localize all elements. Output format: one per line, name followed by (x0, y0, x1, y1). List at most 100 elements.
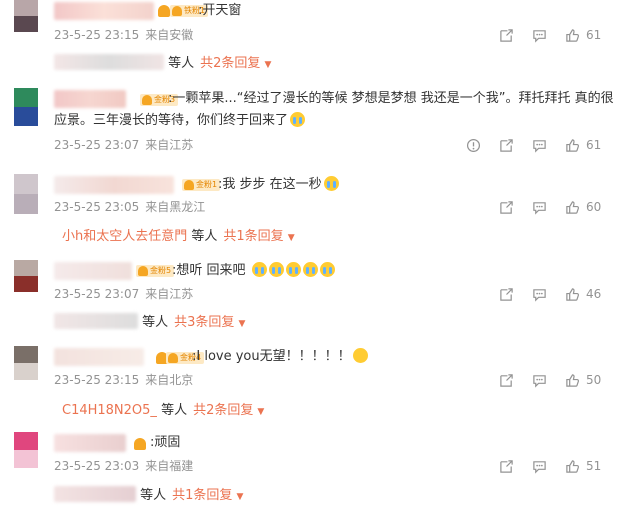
chevron-down-icon[interactable]: ▼ (236, 492, 243, 502)
comment-actions: 61 (499, 26, 609, 44)
reply-user[interactable]: 小h和太空人去任意門 (62, 229, 187, 244)
share-button[interactable] (499, 26, 514, 44)
like-button[interactable]: 50 (565, 371, 601, 389)
comment-actions: 51 (499, 457, 609, 475)
crying-emoji-icon (285, 262, 301, 277)
share-button[interactable] (499, 371, 514, 389)
comment-button[interactable] (532, 198, 547, 216)
reply-count[interactable]: 共1条回复 (172, 488, 232, 503)
reply-suffix: 等人 (168, 56, 195, 71)
reply-summary[interactable]: 小h和太空人去任意門 等人 共1条回复 ▼ (62, 225, 295, 244)
reply-count[interactable]: 共3条回复 (174, 315, 234, 330)
reply-summary[interactable]: 等人 共2条回复 ▼ (54, 52, 271, 71)
share-button[interactable] (499, 457, 514, 475)
username-blurred[interactable] (54, 2, 154, 20)
comment-item: 铁粉1 :开天窗 23-5-25 23:15 来自安徽 61 等人 共2条回复 ▼ (0, 0, 625, 80)
avatar[interactable] (14, 346, 38, 380)
avatar[interactable] (14, 432, 38, 468)
thumbs-up-icon (566, 459, 579, 473)
chevron-down-icon[interactable]: ▼ (238, 319, 245, 329)
crying-emoji-icon (268, 262, 284, 277)
like-count: 51 (586, 459, 602, 473)
comment-item: 金粉3 :一颗苹果...“经过了漫长的等候 梦想是梦想 我还是一个我”。拜托拜托… (0, 88, 625, 158)
reply-count[interactable]: 共1条回复 (223, 229, 283, 244)
crown-icon (134, 438, 146, 450)
location: 来自北京 (145, 373, 194, 387)
comment-text: :我 步步 在这一秒 (218, 174, 339, 196)
reply-count[interactable]: 共2条回复 (193, 403, 253, 418)
location: 来自江苏 (145, 287, 194, 301)
location: 来自福建 (145, 459, 194, 473)
comment-icon (533, 288, 546, 302)
comment-button[interactable] (532, 457, 547, 475)
comment-item: 金粉4 :I love you无望！！！！！ 23-5-25 23:15 来自北京… (0, 346, 625, 426)
avatar[interactable] (14, 174, 38, 214)
share-icon (500, 373, 513, 387)
chevron-down-icon[interactable]: ▼ (264, 60, 271, 70)
thumbs-up-icon (566, 138, 579, 152)
reply-user-blurred[interactable] (54, 313, 138, 329)
username-blurred[interactable] (54, 176, 174, 194)
comment-button[interactable] (532, 371, 547, 389)
comment-text: :一颗苹果...“经过了漫长的等候 梦想是梦想 我还是一个我”。拜托拜托 真的很… (54, 91, 614, 128)
reply-summary[interactable]: 等人 共1条回复 ▼ (54, 484, 243, 503)
like-button[interactable]: 61 (565, 26, 601, 44)
reply-suffix: 等人 (140, 488, 167, 503)
share-button[interactable] (499, 198, 514, 216)
share-icon (500, 200, 513, 214)
avatar[interactable] (14, 88, 38, 126)
share-icon (500, 138, 513, 152)
fan-badge: 金粉1 (182, 179, 221, 191)
username-blurred[interactable] (54, 262, 132, 280)
reply-suffix: 等人 (191, 229, 218, 244)
comment-icon (533, 201, 546, 215)
username-blurred[interactable] (54, 434, 126, 452)
avatar[interactable] (14, 0, 38, 32)
thumbs-up-icon (566, 28, 579, 42)
timestamp: 23-5-25 23:05 (54, 200, 140, 214)
like-count: 50 (586, 373, 602, 387)
chevron-down-icon[interactable]: ▼ (257, 407, 264, 417)
comment-button[interactable] (532, 285, 547, 303)
comment-text: :想听 回来吧 (172, 260, 335, 282)
comment-item: :顽固 23-5-25 23:03 来自福建 51 等人 共1条回复 ▼ (0, 432, 625, 514)
comment-button[interactable] (532, 136, 547, 154)
reply-user[interactable]: C14H18N2O5_ (62, 403, 157, 418)
reply-count[interactable]: 共2条回复 (200, 56, 260, 71)
share-icon (500, 287, 513, 301)
like-button[interactable]: 46 (565, 285, 601, 303)
like-button[interactable]: 60 (565, 198, 601, 216)
like-button[interactable]: 61 (565, 136, 601, 154)
comment-meta: 23-5-25 23:15 来自安徽 (54, 26, 193, 43)
comment-button[interactable] (532, 26, 547, 44)
reply-summary[interactable]: C14H18N2O5_ 等人 共2条回复 ▼ (62, 399, 264, 418)
like-button[interactable]: 51 (565, 457, 601, 475)
comment-actions: 61 (466, 136, 609, 154)
thumbs-up-icon (566, 287, 579, 301)
reply-user-blurred[interactable] (54, 54, 164, 70)
reply-summary[interactable]: 等人 共3条回复 ▼ (54, 311, 245, 330)
reply-user-blurred[interactable] (54, 486, 136, 502)
avatar[interactable] (14, 260, 38, 292)
share-button[interactable] (499, 285, 514, 303)
comment-meta: 23-5-25 23:15 来自北京 (54, 371, 193, 388)
like-count: 61 (586, 138, 602, 152)
chevron-down-icon[interactable]: ▼ (288, 233, 295, 243)
share-button[interactable] (499, 136, 514, 154)
timestamp: 23-5-25 23:07 (54, 287, 140, 301)
username-blurred[interactable] (54, 348, 144, 366)
thumbs-up-icon (566, 373, 579, 387)
crying-emoji-icon (319, 262, 335, 277)
alert-icon (466, 138, 481, 152)
reply-suffix: 等人 (142, 315, 169, 330)
share-icon (500, 459, 513, 473)
like-count: 61 (586, 28, 602, 42)
location: 来自江苏 (145, 138, 194, 152)
comment-meta: 23-5-25 23:03 来自福建 (54, 457, 193, 474)
location: 来自安徽 (145, 28, 194, 42)
comment-item: 金粉1 :我 步步 在这一秒 23-5-25 23:05 来自黑龙江 60 小h和… (0, 174, 625, 254)
report-button[interactable] (466, 136, 481, 154)
comment-icon (533, 29, 546, 43)
comment-meta: 23-5-25 23:07 来自江苏 (54, 285, 193, 302)
comment-actions: 50 (499, 371, 609, 389)
